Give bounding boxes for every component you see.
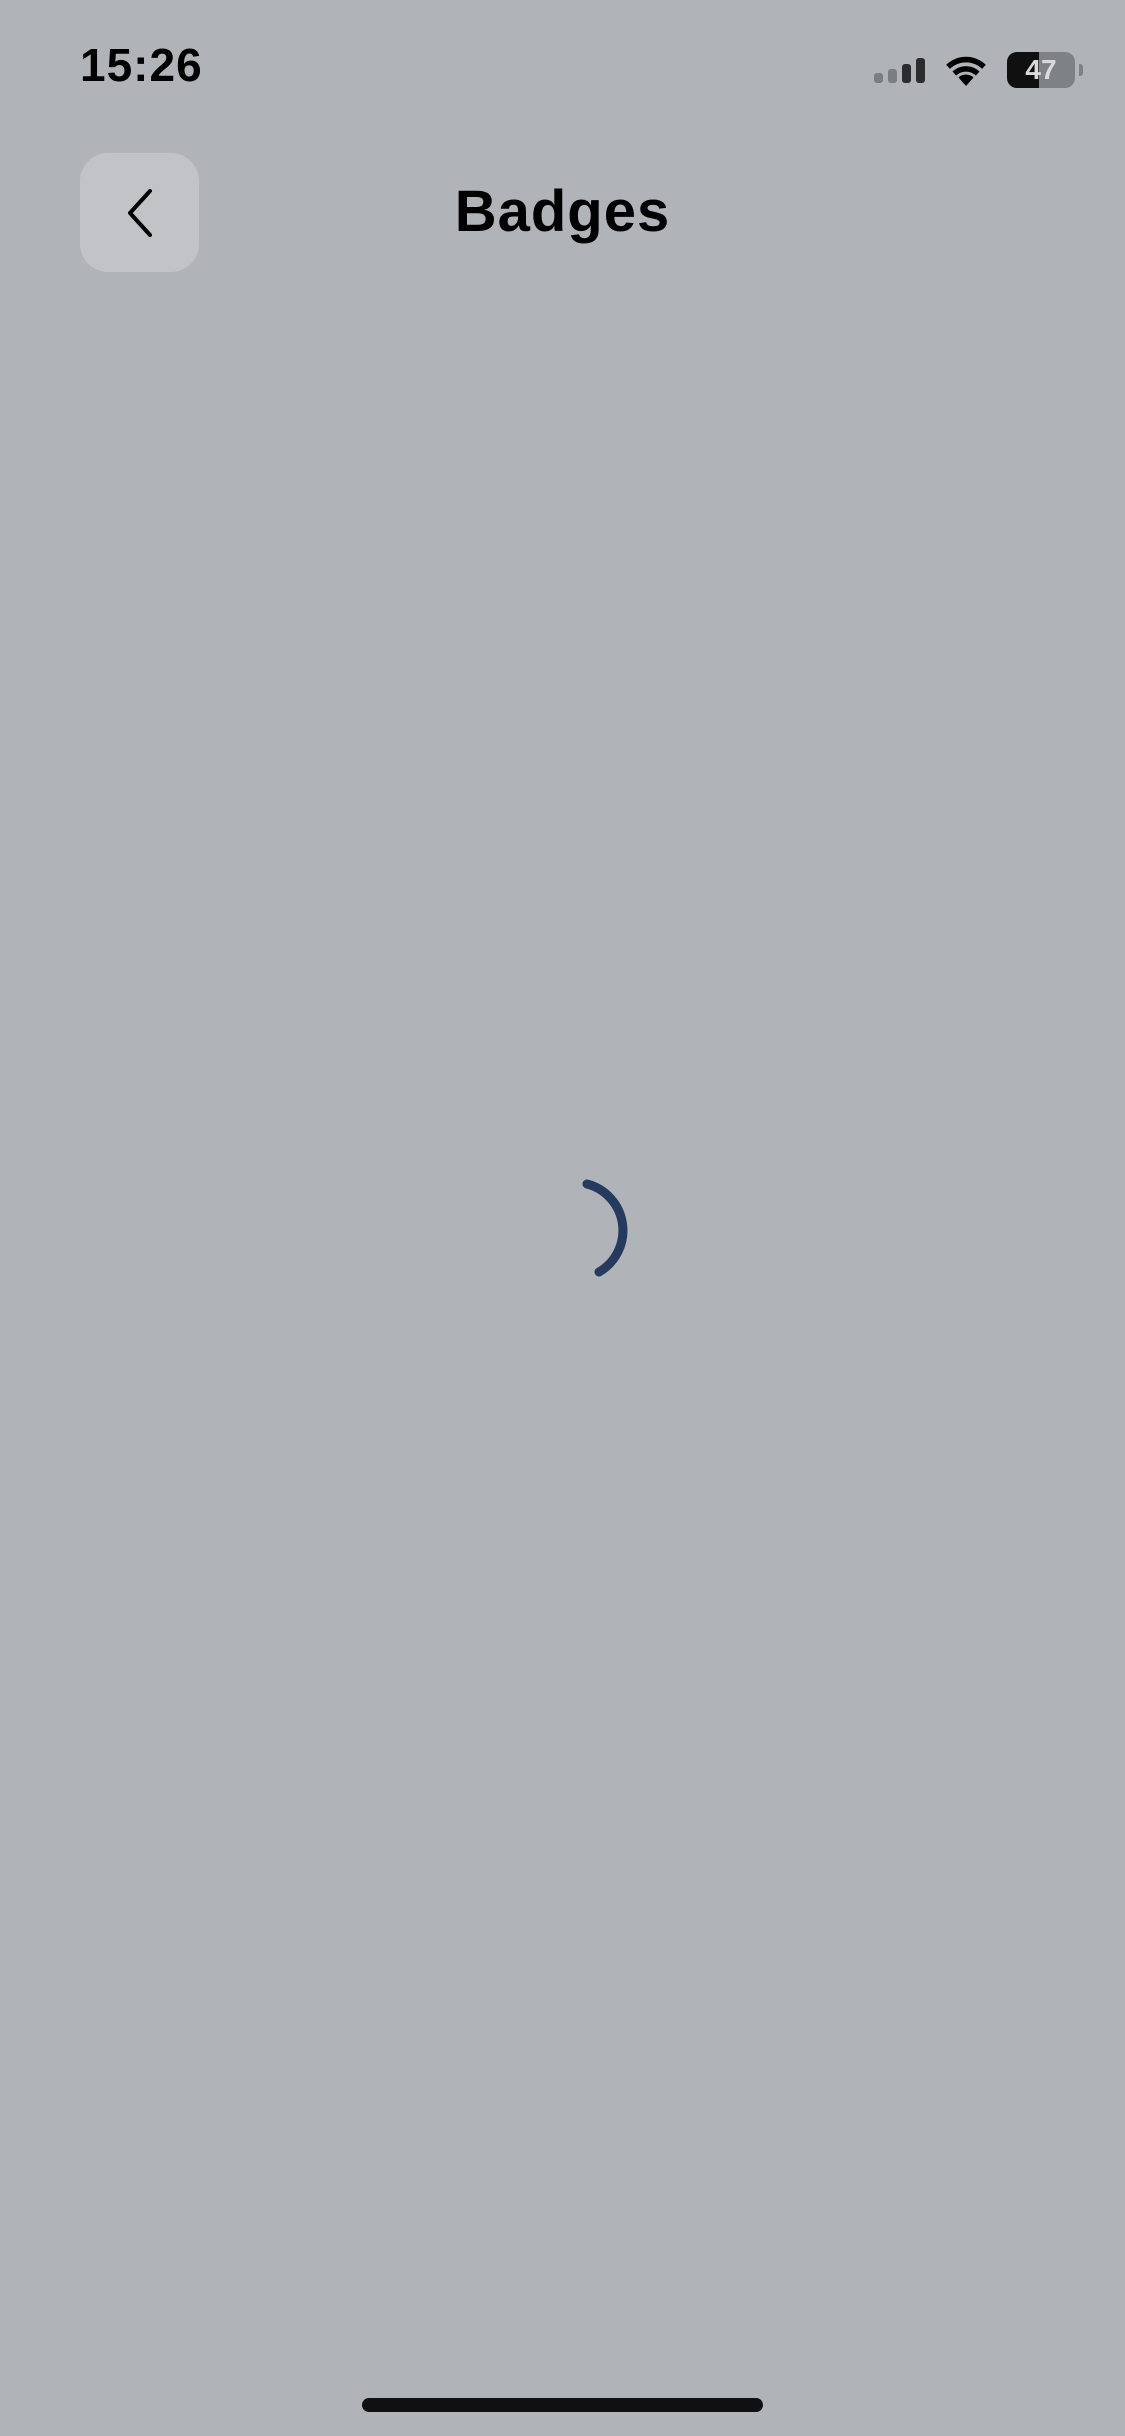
battery-cap [1079,64,1083,76]
page-title: Badges [454,179,671,244]
battery-level: 47 [1025,54,1057,85]
home-indicator[interactable] [362,2398,763,2412]
battery-icon: 47 [1007,52,1075,88]
cellular-signal-icon [874,57,925,83]
status-time: 15:26 [80,39,203,91]
status-icons: 47 [874,48,1083,92]
status-bar: 15:26 47 [0,0,1125,140]
wifi-icon [946,56,986,86]
loading-spinner-icon [582,1179,628,1277]
